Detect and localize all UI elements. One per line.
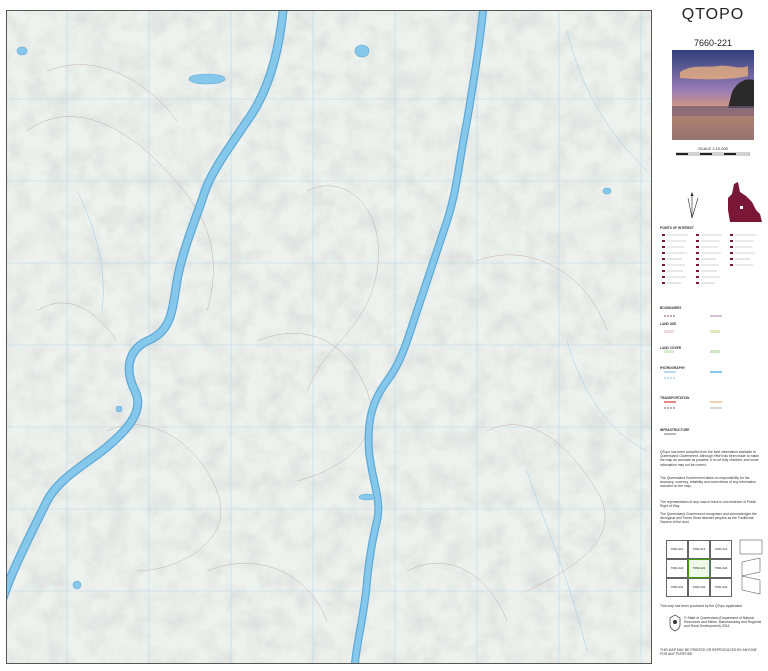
map-sidebar: QTOPO 7660-221 SCALE 1:10,000 POINTS OF … <box>658 0 768 671</box>
waterhole-3 <box>72 580 82 590</box>
map-frame[interactable] <box>6 10 652 664</box>
locator-map <box>728 182 762 222</box>
fold-diagram-icon <box>739 539 763 595</box>
topographic-map[interactable] <box>7 11 651 663</box>
hillshade <box>7 11 651 663</box>
index-cell: 7660-212 <box>666 540 688 559</box>
copyright-note: © State of Queensland (Department of Nat… <box>684 616 762 629</box>
reproduction-note: THIS MAP MAY BE PRINTED OR REPRODUCED BY… <box>660 648 757 657</box>
map-title: QTOPO <box>681 6 745 23</box>
legend-symbols <box>662 234 756 284</box>
legend-boundaries-heading: BOUNDARIES <box>660 306 682 310</box>
cover-photo <box>672 50 754 140</box>
index-cell: 7660-233 <box>710 578 732 597</box>
index-cell: 7660-213 <box>688 540 710 559</box>
sheet-number: 7660-221 <box>693 38 733 48</box>
waterhole-5 <box>358 493 376 501</box>
legend-poi-heading: POINTS OF INTEREST <box>660 226 694 230</box>
lake-north <box>188 73 226 85</box>
scale-bar <box>676 152 750 156</box>
north-arrow-icon <box>687 192 699 219</box>
index-cell: 7660-231 <box>666 578 688 597</box>
qld-government-logo <box>669 614 681 632</box>
index-cell: 7660-222 <box>666 559 688 578</box>
index-cell-current: 7660-221 <box>688 559 710 578</box>
waterhole-6 <box>602 187 612 195</box>
note-1: QTopo has been compiled from the best in… <box>660 450 759 467</box>
note-2: The Queensland Government takes no respo… <box>660 476 756 489</box>
scale-text: SCALE 1:10,000 <box>698 146 728 151</box>
adjoining-sheets-index: 7660-212 7660-213 7660-214 7660-222 7660… <box>666 540 732 597</box>
waterhole-1 <box>354 44 370 58</box>
waterhole-2 <box>16 46 28 56</box>
index-cell: 7660-224 <box>710 559 732 578</box>
index-cell: 7660-214 <box>710 540 732 559</box>
index-cell: 7660-232 <box>688 578 710 597</box>
note-4: The Queensland Government recognises and… <box>660 512 757 525</box>
waterhole-4 <box>115 405 123 413</box>
note-3: The representation of any road or track … <box>660 500 757 509</box>
legend-line-symbols <box>664 315 722 435</box>
note-5: This map has been produced by the QTopo … <box>660 604 744 608</box>
